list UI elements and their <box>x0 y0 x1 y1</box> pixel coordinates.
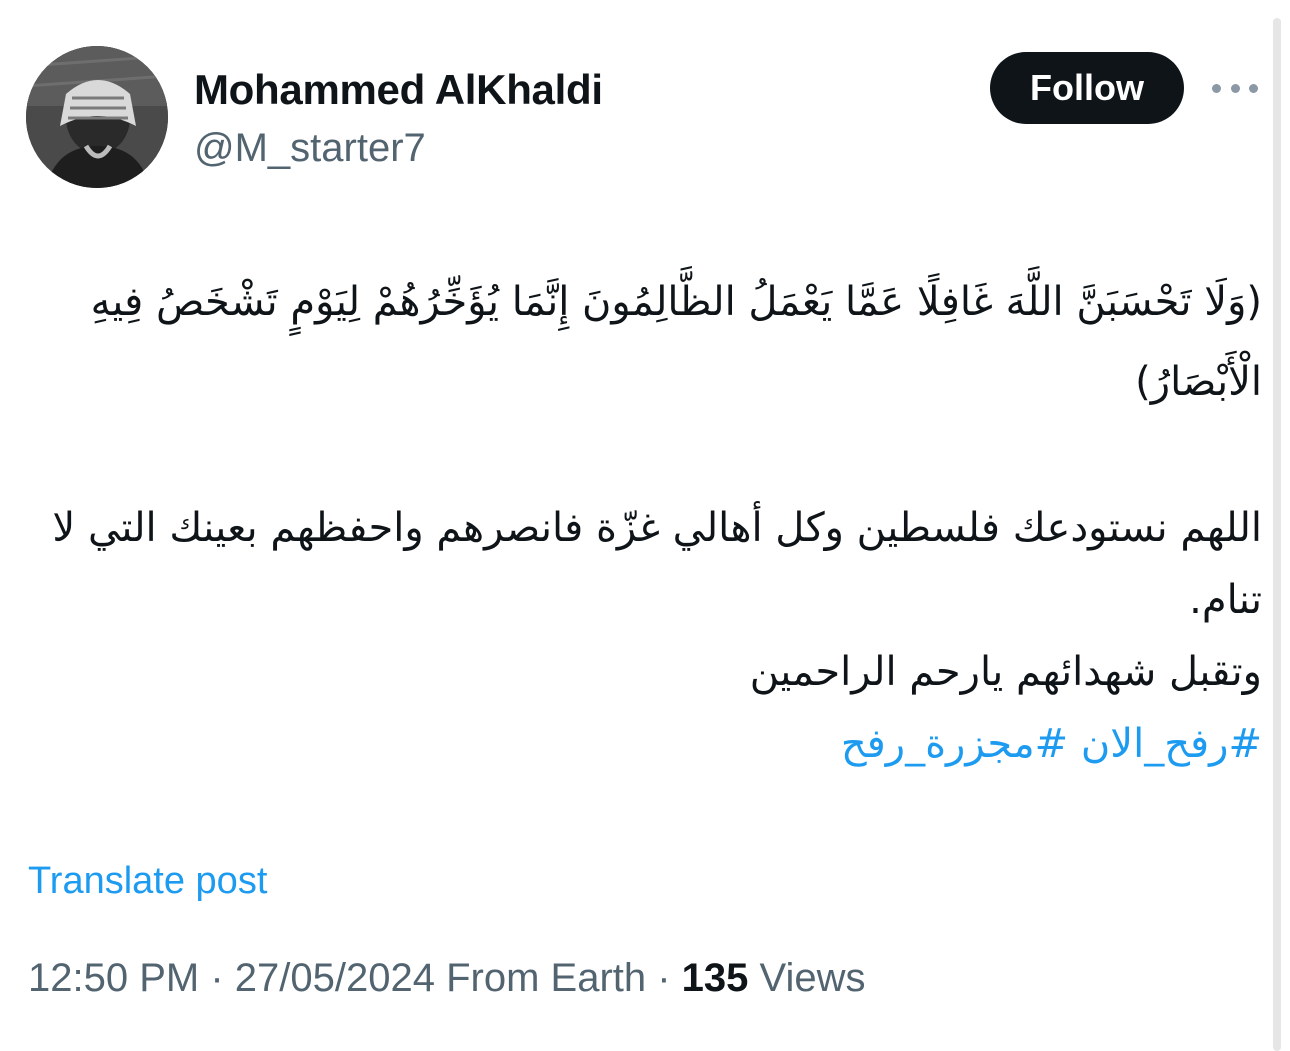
author-handle[interactable]: @M_starter7 <box>194 126 426 171</box>
post-meta: 12:50 PM · 27/05/2024 From Earth · 135 V… <box>28 956 866 1001</box>
separator: · <box>646 956 682 1000</box>
hashtag-link[interactable]: #رفح_الان <box>1081 721 1262 767</box>
scrollbar[interactable] <box>1273 18 1281 1051</box>
views-count[interactable]: 135 <box>682 956 749 1000</box>
hashtag-link[interactable]: #مجزرة_رفح <box>841 721 1068 767</box>
dot <box>1249 83 1258 93</box>
dot <box>1230 83 1240 93</box>
post-verse: (وَلَا تَحْسَبَنَّ اللَّهَ غَافِلًا عَمَ… <box>90 279 1262 405</box>
post-prayer: اللهم نستودعك فلسطين وكل أهالي غزّة فانص… <box>52 505 1262 623</box>
dot <box>1212 83 1221 93</box>
follow-button[interactable]: Follow <box>990 52 1184 124</box>
views-label[interactable]: Views <box>748 956 866 1000</box>
author-name[interactable]: Mohammed AlKhaldi <box>194 66 603 114</box>
post-hashtags: #رفح_الان #مجزرة_رفح <box>26 708 1262 780</box>
post-text: (وَلَا تَحْسَبَنَّ اللَّهَ غَافِلًا عَمَ… <box>26 262 1262 780</box>
more-horizontal-icon[interactable] <box>1212 70 1258 106</box>
post-closing: وتقبل شهدائهم يارحم الراحمين <box>749 649 1262 695</box>
post-source: From Earth <box>434 956 647 1000</box>
post-date[interactable]: 27/05/2024 <box>235 956 435 1000</box>
post-time[interactable]: 12:50 PM <box>28 956 199 1000</box>
separator: · <box>199 956 235 1000</box>
avatar[interactable] <box>26 46 168 188</box>
profile-photo <box>26 46 168 188</box>
translate-post-link[interactable]: Translate post <box>28 860 267 903</box>
